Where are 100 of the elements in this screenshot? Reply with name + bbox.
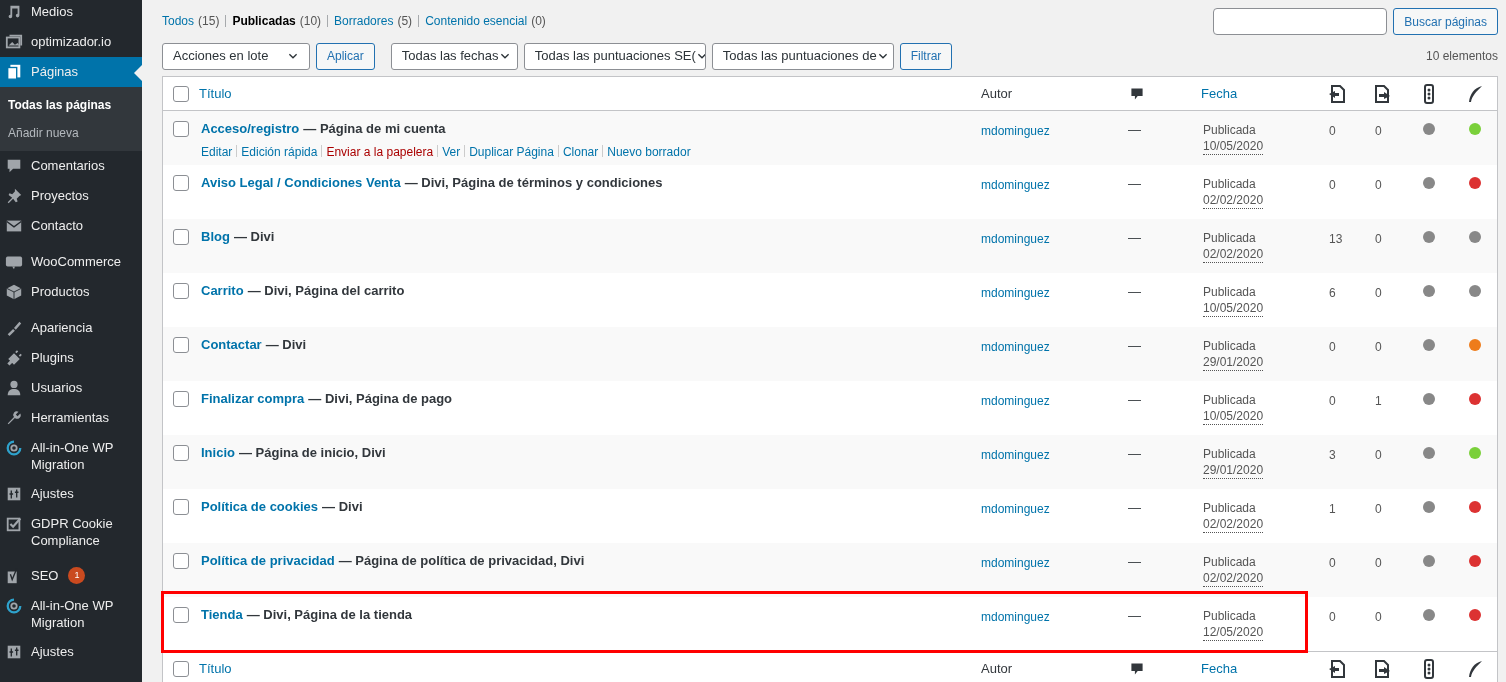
apply-button[interactable]: Aplicar [316,42,375,70]
page-title-link[interactable]: Política de cookies [201,497,319,517]
row-action-link[interactable]: Clonar [562,142,599,161]
link-count: 1 [1375,394,1382,408]
author-link[interactable]: mdominguez [981,502,1050,516]
page-title-link[interactable]: Finalizar compra [201,389,305,409]
status-label: Publicada [1203,392,1256,409]
filter-dropdown[interactable]: Todas las fechas [390,42,518,70]
author-link[interactable]: mdominguez [981,178,1050,192]
row-checkbox[interactable] [173,499,189,515]
link-count: 0 [1329,178,1336,192]
author-link[interactable]: mdominguez [981,610,1050,624]
sidebar-item[interactable]: Usuarios [0,373,142,403]
column-sort-link[interactable]: Título [199,658,232,679]
sidebar-item[interactable]: SEO 1 [0,561,142,591]
sidebar-item[interactable]: Herramientas [0,403,142,433]
page-title-link[interactable]: Contactar [201,335,262,355]
submenu-item[interactable]: Añadir nueva [0,119,142,147]
row-checkbox[interactable] [173,607,189,623]
date-text: 02/02/2020 [1203,247,1264,263]
page-title-link[interactable]: Inicio [201,443,235,463]
page-title-link[interactable]: Carrito [201,281,244,301]
row-checkbox[interactable] [173,121,189,137]
filter-dropdown[interactable]: Todas las puntuaciones SE( [523,42,706,70]
sidebar-item[interactable]: All-in-One WP Migration [0,591,142,637]
column-sort-link[interactable]: Fecha [1201,83,1238,104]
sidebar-item[interactable]: Proyectos [0,181,142,211]
filter-button[interactable]: Filtrar [899,42,953,70]
status-label: Publicada [1203,122,1256,139]
filter-link[interactable]: Publicadas [232,12,296,30]
row-checkbox[interactable] [173,337,189,353]
row-action-link[interactable]: Enviar a la papelera [326,142,434,161]
status-label: Publicada [1203,176,1256,193]
link-count: 0 [1329,556,1336,570]
sidebar-item[interactable]: optimizador.io [0,27,142,57]
sidebar-item[interactable]: GDPR Cookie Compliance [0,509,142,555]
sidebar-item[interactable]: Productos [0,277,142,307]
row-checkbox[interactable] [173,85,189,102]
link-count: 0 [1329,394,1336,408]
row-checkbox[interactable] [173,660,189,677]
sidebar-item[interactable]: Plugins [0,343,142,373]
author-link[interactable]: mdominguez [981,394,1050,408]
page-title-link[interactable]: Tienda [201,605,243,625]
sidebar-item[interactable]: Ajustes [0,479,142,509]
filter-count: (0) [531,13,546,30]
row-checkbox[interactable] [173,445,189,461]
comment-count: — [1128,500,1141,515]
page-title-link[interactable]: Blog [201,227,230,247]
page-title-link[interactable]: Aviso Legal / Condiciones Venta [201,173,401,193]
sidebar-item[interactable]: Apariencia [0,313,142,343]
row-checkbox[interactable] [173,553,189,569]
link-count: 13 [1329,232,1343,246]
sidebar-item[interactable]: Medios [0,0,142,27]
row-action-link[interactable]: Nuevo borrador [607,142,691,161]
column-sort-link[interactable]: Título [199,83,232,104]
row-checkbox[interactable] [173,229,189,245]
sidebar-item[interactable]: All-in-One WP Migration [0,433,142,479]
sidebar-item[interactable]: Comentarios [0,151,142,181]
page-title-link[interactable]: Acceso/registro [201,119,300,139]
sidebar-item[interactable]: Ajustes [0,637,142,667]
page-state-label: — Divi [233,228,275,246]
link-count: 0 [1329,124,1336,138]
user-icon [5,379,23,397]
page-state-label: — Página de inicio, Divi [238,444,386,462]
filter-dropdown[interactable]: Todas las puntuaciones de [711,42,894,70]
author-link[interactable]: mdominguez [981,448,1050,462]
row-checkbox[interactable] [173,175,189,191]
author-link[interactable]: mdominguez [981,340,1050,354]
column-sort-link[interactable]: Fecha [1201,658,1238,679]
filter-link[interactable]: Todos [162,12,195,30]
link-count: 0 [1375,124,1382,138]
link-count: 0 [1375,610,1382,624]
comment-count: — [1128,392,1141,407]
author-link[interactable]: mdominguez [981,124,1050,138]
submenu-item[interactable]: Todas las páginas [0,91,142,119]
page-title-link[interactable]: Política de privacidad [201,551,335,571]
status-label: Publicada [1203,230,1256,247]
sidebar-item[interactable]: Páginas [0,57,142,87]
filter-link[interactable]: Borradores [334,12,394,30]
sidebar-item[interactable]: WooCommerce [0,247,142,277]
filter-link[interactable]: Contenido esencial [425,12,528,30]
bulk-actions-dropdown[interactable]: Acciones en lote [162,42,310,70]
search-button[interactable]: Buscar páginas [1393,8,1498,35]
row-action-link[interactable]: Edición rápida [241,142,318,161]
sidebar-item[interactable]: Contacto [0,211,142,241]
page-state-label: — Divi, Página de pago [308,390,453,408]
comment-count: — [1128,554,1141,569]
row-checkbox[interactable] [173,283,189,299]
status-label: Publicada [1203,446,1256,463]
row-action-link[interactable]: Editar [201,142,233,161]
filter-count: (5) [397,13,413,30]
search-field[interactable] [1213,8,1388,35]
comment-count: — [1128,338,1141,353]
author-link[interactable]: mdominguez [981,286,1050,300]
row-checkbox[interactable] [173,391,189,407]
row-action-link[interactable]: Duplicar Página [469,142,554,161]
author-link[interactable]: mdominguez [981,232,1050,246]
row-action-link[interactable]: Ver [442,142,461,161]
page-state-label: — Divi, Página de la tienda [246,606,413,624]
author-link[interactable]: mdominguez [981,556,1050,570]
